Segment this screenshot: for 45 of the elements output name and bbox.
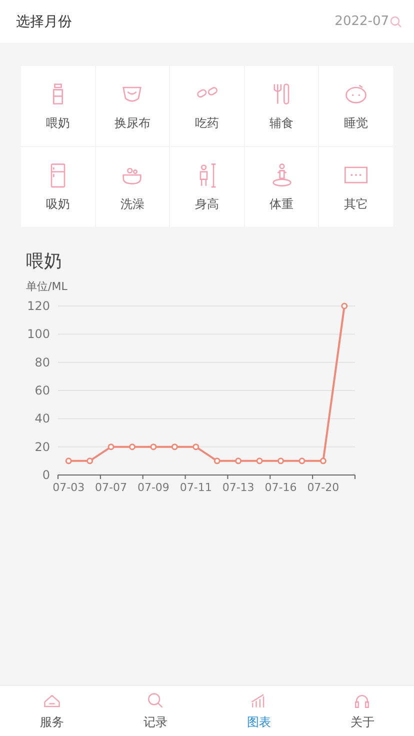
x-tick-label: 07-09 bbox=[137, 481, 170, 494]
x-tick-label: 07-13 bbox=[222, 481, 254, 494]
x-tick-label: 07-07 bbox=[95, 481, 128, 494]
data-point bbox=[86, 458, 94, 464]
data-point bbox=[214, 458, 220, 464]
category-item[interactable]: 吃药 bbox=[170, 66, 244, 146]
data-point bbox=[235, 458, 242, 464]
search-icon[interactable] bbox=[390, 16, 402, 28]
data-point bbox=[341, 302, 348, 310]
y-tick-label: 20 bbox=[34, 440, 50, 454]
tab[interactable]: 服务 bbox=[0, 686, 104, 736]
data-point bbox=[320, 458, 326, 464]
y-tick-label: 60 bbox=[34, 384, 50, 398]
page-title: 选择月份 bbox=[16, 12, 72, 30]
data-point bbox=[192, 444, 200, 450]
data-point bbox=[150, 444, 157, 450]
data-point bbox=[108, 444, 114, 450]
category-item[interactable]: 吸奶 bbox=[21, 147, 95, 227]
tab[interactable]: 关于 bbox=[310, 686, 414, 736]
unit-label: 单位/ML bbox=[26, 279, 68, 294]
y-tick-label: 80 bbox=[34, 355, 50, 370]
chart-title: 喂奶 bbox=[26, 250, 62, 273]
category-item[interactable]: 其它 bbox=[319, 147, 393, 227]
x-tick-label: 07-11 bbox=[180, 481, 212, 494]
data-point bbox=[171, 444, 178, 450]
category-item[interactable]: 体重 bbox=[244, 147, 318, 227]
y-tick-label: 100 bbox=[27, 327, 50, 342]
data-point bbox=[298, 458, 306, 464]
category-item[interactable]: 辅食 bbox=[244, 66, 318, 146]
x-tick-label: 07-16 bbox=[264, 481, 297, 494]
y-tick-label: 40 bbox=[34, 412, 50, 426]
data-point bbox=[65, 458, 72, 464]
x-tick-label: 07-03 bbox=[52, 481, 85, 494]
data-point bbox=[129, 444, 136, 450]
category-item[interactable]: 喂奶 bbox=[21, 66, 95, 146]
tab[interactable]: 记录 bbox=[104, 686, 207, 736]
data-point bbox=[256, 458, 263, 464]
y-tick-label: 120 bbox=[27, 299, 50, 313]
y-tick-label: 0 bbox=[42, 468, 50, 482]
category-item[interactable]: 洗澡 bbox=[96, 147, 170, 227]
category-item[interactable]: 身高 bbox=[170, 147, 244, 227]
x-tick-label: 07-20 bbox=[307, 481, 340, 494]
category-item[interactable]: 换尿布 bbox=[96, 66, 170, 146]
category-item[interactable]: 睡觉 bbox=[319, 66, 393, 146]
data-point bbox=[278, 458, 284, 464]
